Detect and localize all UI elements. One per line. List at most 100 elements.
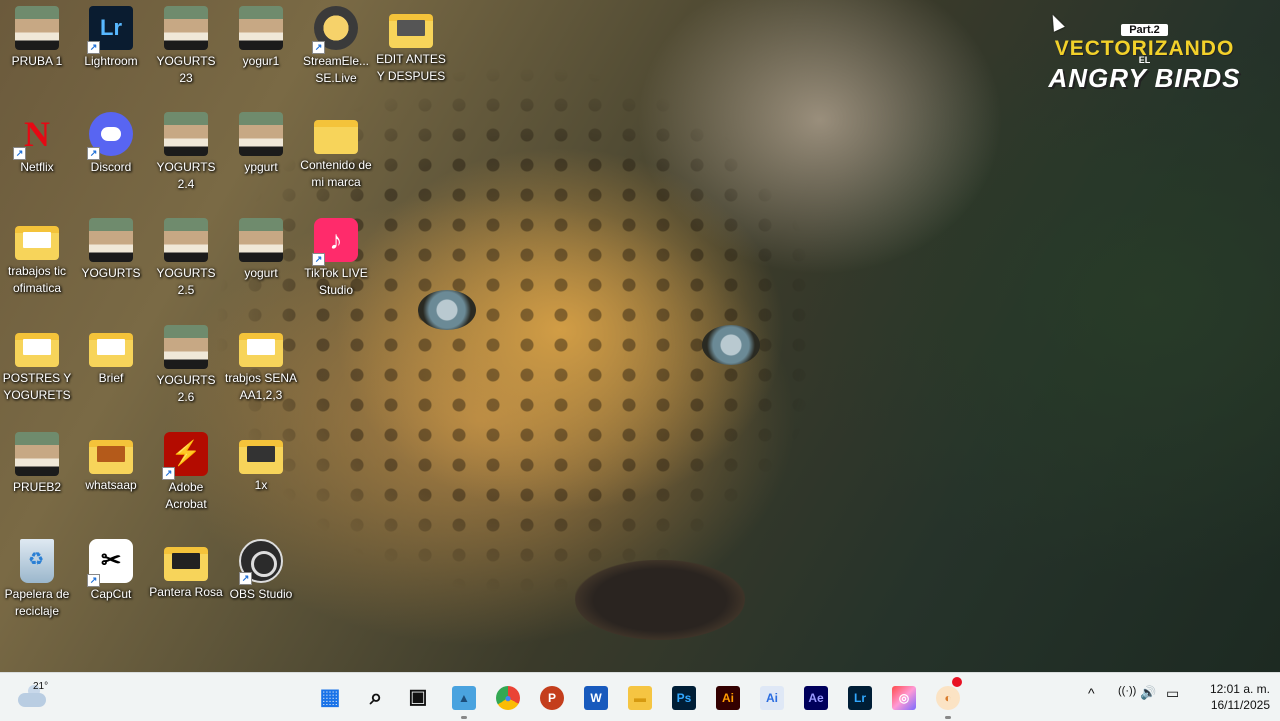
tiktok-icon: ♪ ↗ (312, 218, 358, 266)
creative-cloud-icon: ◎ (892, 686, 916, 711)
folder-icon (314, 120, 358, 154)
desktop-icon-capcut[interactable]: ✂ ↗ CapCut (74, 539, 148, 603)
folder-icon (89, 333, 133, 367)
clock-time: 12:01 a. m. (1209, 682, 1270, 696)
search-button[interactable]: ⌕ (358, 679, 394, 715)
taskbar-word[interactable]: W (578, 679, 614, 715)
taskbar: 21° ▦ ⌕ ▣ ▲ ● P W ▬ Ps Ai Ai Ae Lr ◎ ◐ ^… (0, 672, 1280, 721)
photoshop-icon: Ps (672, 686, 696, 711)
netflix-icon: N ↗ (13, 112, 59, 160)
folder-icon (89, 440, 133, 474)
wifi-icon[interactable]: ((·)) (1118, 685, 1136, 697)
taskbar-illustrator[interactable]: Ai (710, 679, 746, 715)
desktop-icon-pantera-rosa[interactable]: Pantera Rosa (149, 539, 223, 601)
desktop-icon-prueb2[interactable]: PRUEB2 (0, 432, 74, 496)
part-badge: Part.2 (1121, 24, 1168, 36)
desktop-icon-yogurts-23[interactable]: YOGURTS 23 (149, 6, 223, 86)
desktop-icon-discord[interactable]: ↗ Discord (74, 112, 148, 176)
desktop-icon-brief[interactable]: Brief (74, 325, 148, 387)
folder-icon (389, 14, 433, 48)
video-thumbnail-icon (15, 432, 59, 476)
desktop-icon-obs[interactable]: ↗ OBS Studio (224, 539, 298, 603)
paint-icon: ◐ (936, 686, 960, 711)
desktop-icon-streamelements[interactable]: ↗ StreamEle... SE.Live (299, 6, 373, 86)
desktop-icon-contenido[interactable]: Contenido de mi marca (299, 112, 373, 190)
illustrator-icon: Ai (716, 686, 740, 711)
lightroom-icon: Lr (848, 686, 872, 711)
desktop-icon-pruba-1[interactable]: PRUBA 1 (0, 6, 74, 70)
clock-date: 16/11/2025 (1210, 698, 1270, 712)
jaguar-left-eye (418, 290, 476, 330)
video-thumbnail-icon (89, 218, 133, 262)
taskbar-lightroom[interactable]: Lr (842, 679, 878, 715)
battery-icon[interactable]: ▭ (1166, 685, 1179, 702)
desktop-icon-1x[interactable]: 1x (224, 432, 298, 494)
task-view-icon: ▣ (408, 686, 428, 708)
title-line-2: ANGRY BIRDS (1048, 63, 1241, 93)
folder-icon (15, 226, 59, 260)
desktop-icon-tiktok[interactable]: ♪ ↗ TikTok LIVE Studio (299, 218, 373, 298)
desktop-icon-edit-antes[interactable]: EDIT ANTES Y DESPUES (374, 6, 448, 84)
weather-widget[interactable]: 21° (18, 681, 58, 715)
desktop-icon-recycle-bin[interactable]: Papelera de reciclaje (0, 539, 74, 619)
video-thumbnail-icon (164, 112, 208, 156)
video-title-overlay: Part.2 VECTORIZANDO EL ANGRY BIRDS (1022, 20, 1267, 95)
taskbar-illustrator-alt[interactable]: Ai (754, 679, 790, 715)
taskbar-after-effects[interactable]: Ae (798, 679, 834, 715)
taskbar-powerpoint[interactable]: P (534, 679, 570, 715)
folder-icon: ▬ (628, 686, 652, 711)
taskbar-creative-cloud[interactable]: ◎ (886, 679, 922, 715)
desktop-icon-postres[interactable]: POSTRES Y YOGURETS (0, 325, 74, 403)
windows-icon: ▦ (319, 684, 341, 709)
taskbar-paint[interactable]: ◐ (930, 677, 966, 719)
jaguar-nose (575, 560, 745, 640)
desktop-icon-yogurt[interactable]: yogurt (224, 218, 298, 282)
jaguar-right-eye (702, 325, 760, 365)
desktop-icon-trabjos-sena[interactable]: trabjos SENA AA1,2,3 (224, 325, 298, 403)
desktop-icon-yogurts-25[interactable]: YOGURTS 2.5 (149, 218, 223, 298)
illustrator-alt-icon: Ai (760, 686, 784, 711)
video-thumbnail-icon (239, 6, 283, 50)
photos-icon: ▲ (452, 686, 476, 711)
word-icon: W (584, 686, 608, 711)
video-thumbnail-icon (164, 325, 208, 369)
video-thumbnail-icon (164, 218, 208, 262)
task-view-button[interactable]: ▣ (400, 679, 436, 715)
taskbar-photos[interactable]: ▲ (446, 679, 482, 719)
desktop-icon-ypgurt[interactable]: ypgurt (224, 112, 298, 176)
powerpoint-icon: P (540, 686, 564, 711)
video-thumbnail-icon (239, 218, 283, 262)
desktop-icon-yogurts-26[interactable]: YOGURTS 2.6 (149, 325, 223, 405)
video-thumbnail-icon (15, 6, 59, 50)
desktop-icon-netflix[interactable]: N ↗ Netflix (0, 112, 74, 176)
taskbar-file-explorer[interactable]: ▬ (622, 679, 658, 715)
desktop-icon-yogurts[interactable]: YOGURTS (74, 218, 148, 282)
search-icon: ⌕ (369, 684, 383, 709)
folder-icon (15, 333, 59, 367)
desktop-icon-yogurts-24[interactable]: YOGURTS 2.4 (149, 112, 223, 192)
taskbar-photoshop[interactable]: Ps (666, 679, 702, 715)
video-thumbnail-icon (239, 112, 283, 156)
folder-icon (239, 440, 283, 474)
desktop-icon-acrobat[interactable]: ⚡ ↗ Adobe Acrobat (149, 432, 223, 512)
desktop-icon-yogur1[interactable]: yogur1 (224, 6, 298, 70)
desktop-icon-lightroom[interactable]: Lr ↗ Lightroom (74, 6, 148, 70)
weather-temperature: 21° (33, 681, 49, 692)
taskbar-clock[interactable]: 12:01 a. m. 16/11/2025 (1190, 681, 1270, 713)
chrome-icon: ● (496, 686, 520, 711)
video-thumbnail-icon (164, 6, 208, 50)
after-effects-icon: Ae (804, 686, 828, 711)
taskbar-chrome[interactable]: ● (490, 679, 526, 715)
desktop-icon-trabajos-tic[interactable]: trabajos tic ofimatica (0, 218, 74, 296)
volume-icon[interactable]: 🔊 (1140, 685, 1156, 701)
acrobat-icon: ⚡ ↗ (162, 432, 208, 480)
chevron-up-icon[interactable]: ^ (1088, 685, 1095, 701)
notification-dot (952, 677, 962, 687)
lightroom-icon: Lr ↗ (87, 6, 133, 54)
capcut-icon: ✂ ↗ (87, 539, 133, 587)
desktop-icon-whatsaap[interactable]: whatsaap (74, 432, 148, 494)
recycle-bin-icon (20, 539, 54, 583)
obs-icon: ↗ (239, 539, 283, 585)
start-button[interactable]: ▦ (312, 679, 348, 715)
folder-icon (239, 333, 283, 367)
